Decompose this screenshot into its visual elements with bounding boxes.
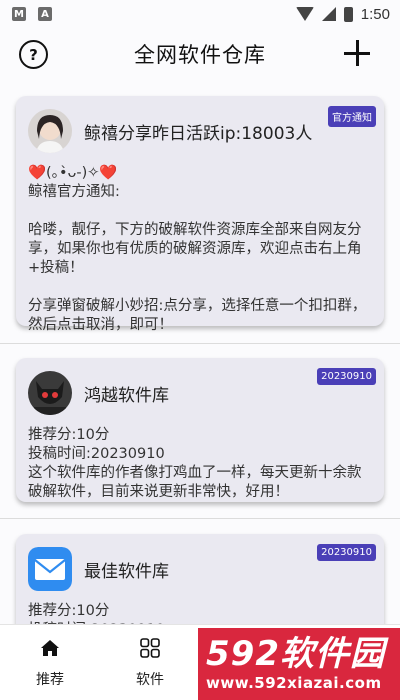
card-body: ❤️(｡•̀ᴗ-)✧❤️ 鲸禧官方通知: 哈喽，靓仔，下方的破解软件资源库全部来… bbox=[28, 165, 367, 333]
divider bbox=[0, 343, 400, 344]
card-hongyue[interactable]: 鸿越软件库 20230910 推荐分:10分 投稿时间:20230910 这个软… bbox=[16, 358, 384, 502]
divider bbox=[0, 518, 400, 519]
watermark-logo-text: 592软件园 bbox=[206, 634, 385, 674]
page-title: 全网软件仓库 bbox=[134, 43, 266, 67]
card-body: 推荐分:10分 投稿时间:20230910 这个软件库的作者像打鸡血了一样，每天… bbox=[28, 427, 362, 500]
watermark-url: www.592xiazai.com bbox=[206, 674, 382, 692]
card-title: 鲸禧分享昨日活跃ip:18003人 bbox=[84, 123, 313, 144]
mail-app-icon bbox=[28, 547, 72, 591]
notification-m-icon: M bbox=[12, 7, 26, 21]
card-zuijia[interactable]: 最佳软件库 20230910 推荐分:10分 投稿时间:20230910 bbox=[16, 534, 384, 624]
app-screen: M A 1:50 ? 全网软件仓库 鲸禧分享昨日活跃ip:18003人 官方通知… bbox=[0, 0, 400, 700]
card-title: 最佳软件库 bbox=[84, 561, 169, 582]
signal-icon bbox=[321, 7, 336, 21]
status-badge: 官方通知 bbox=[328, 106, 376, 127]
battery-icon bbox=[343, 6, 353, 22]
status-bar: M A 1:50 bbox=[0, 0, 400, 28]
card-body: 推荐分:10分 投稿时间:20230910 bbox=[28, 603, 165, 624]
notification-a-icon: A bbox=[38, 7, 52, 21]
nav-item-software[interactable]: 软件 bbox=[100, 625, 200, 700]
help-button[interactable]: ? bbox=[19, 40, 48, 69]
add-submit-button[interactable] bbox=[344, 40, 370, 66]
card-title: 鸿越软件库 bbox=[84, 385, 169, 406]
nav-label: 软件 bbox=[136, 672, 164, 688]
date-badge: 20230910 bbox=[317, 368, 376, 385]
site-watermark: 592软件园 www.592xiazai.com bbox=[198, 628, 400, 700]
grid-icon bbox=[140, 638, 160, 658]
date-badge: 20230910 bbox=[317, 544, 376, 561]
card-official-notice[interactable]: 鲸禧分享昨日活跃ip:18003人 官方通知 ❤️(｡•̀ᴗ-)✧❤️ 鲸禧官方… bbox=[16, 96, 384, 333]
nav-item-recommend[interactable]: 推荐 bbox=[0, 625, 100, 700]
app-header: ? 全网软件仓库 bbox=[0, 28, 400, 80]
repo-feed[interactable]: 鲸禧分享昨日活跃ip:18003人 官方通知 ❤️(｡•̀ᴗ-)✧❤️ 鲸禧官方… bbox=[0, 80, 400, 624]
wifi-icon bbox=[295, 7, 314, 21]
home-icon bbox=[41, 640, 59, 656]
avatar bbox=[28, 109, 72, 153]
status-time: 1:50 bbox=[360, 5, 390, 23]
avatar bbox=[28, 371, 72, 415]
nav-label: 推荐 bbox=[36, 672, 64, 688]
